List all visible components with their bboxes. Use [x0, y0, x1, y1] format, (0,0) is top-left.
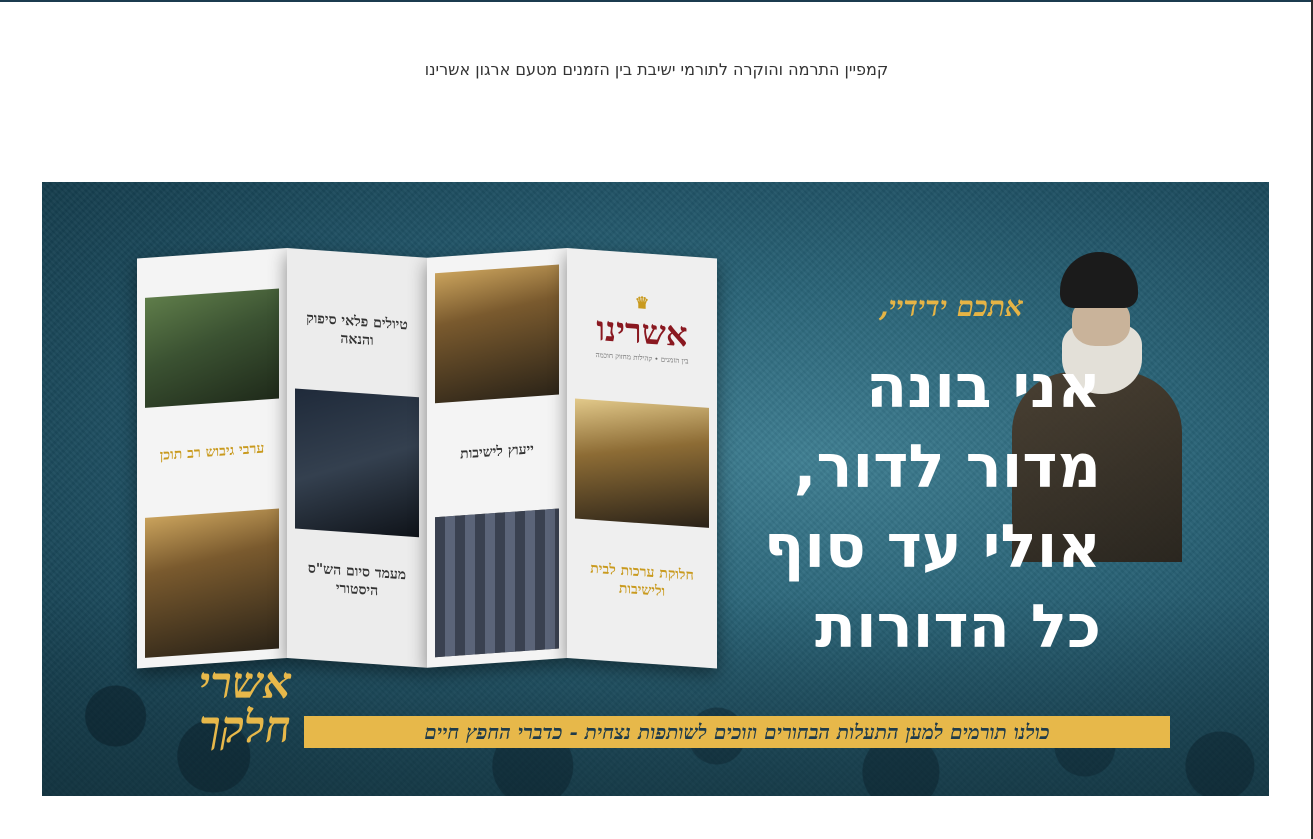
headline-line: מדור לדור,	[793, 432, 1101, 502]
headline-line: אולי עד סוף	[763, 512, 1101, 582]
banner-headline: אני בונה מדור לדור, אולי עד סוף כל הדורו…	[681, 347, 1101, 667]
dance-photo	[145, 508, 279, 658]
brochure-image: ערבי גיבוש רב תוכן טיולים פלאי סיפוק והנ…	[137, 248, 722, 669]
brochure-text-siyum: מעמד סיום הש"ס היסטורי	[307, 560, 407, 600]
kits-photo	[435, 508, 559, 658]
strip-text: כולנו תורמים למען התעלות הבחורים וזוכים …	[424, 719, 1050, 744]
event-photo	[295, 388, 419, 538]
brochure-panel-1: ערבי גיבוש רב תוכן	[137, 248, 287, 669]
brochure-text-advice: ייעוץ לישיבות	[460, 441, 534, 463]
logo-text: אשרינו	[596, 309, 688, 356]
brochure-text-fun-nights: ערבי גיבוש רב תוכן	[159, 440, 265, 464]
brochure-text-trips: טיולים פלאי סיפוק והנאה	[306, 310, 408, 350]
study-hall-photo	[435, 264, 559, 404]
page-subtitle: קמפיין התרמה והוקרה לתורמי ישיבת בין הזמ…	[424, 60, 889, 79]
headline-line: אני בונה	[865, 352, 1101, 422]
top-border	[0, 0, 1313, 2]
brochure-panel-2: טיולים פלאי סיפוק והנאה מעמד סיום הש"ס ה…	[287, 248, 427, 668]
banner-eyebrow: אתכם ידידיי,	[878, 290, 1023, 323]
slogan-line: אשרי	[198, 658, 292, 709]
trip-photo	[145, 288, 279, 408]
campaign-banner[interactable]: ערבי גיבוש רב תוכן טיולים פלאי סיפוק והנ…	[42, 182, 1269, 796]
bottom-strip: כולנו תורמים למען התעלות הבחורים וזוכים …	[304, 716, 1170, 748]
headline-line: כל הדורות	[815, 592, 1101, 662]
brochure-panel-3: ייעוץ לישיבות	[427, 248, 567, 668]
